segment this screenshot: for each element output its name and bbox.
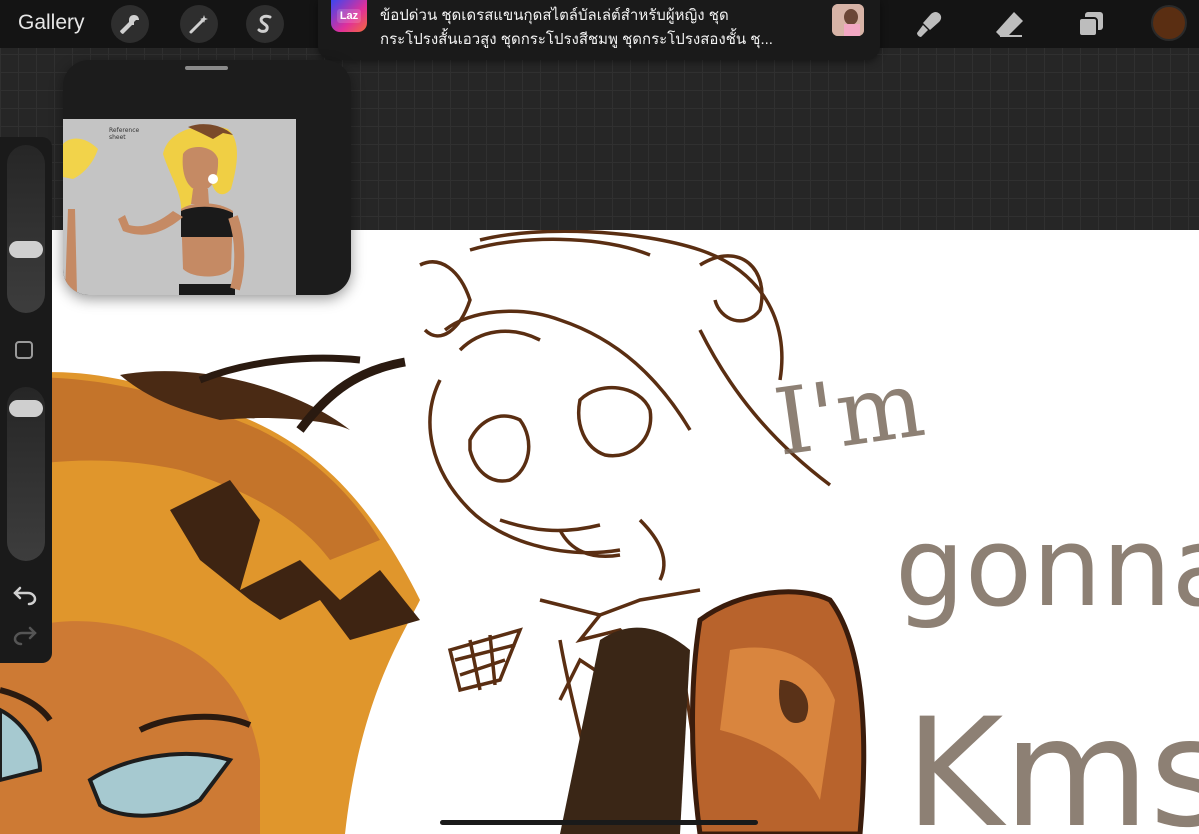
canvas-text-line3: Kms <box>905 687 1199 834</box>
opacity-slider-knob[interactable] <box>9 400 43 418</box>
orange-character-drawing <box>0 354 420 834</box>
notification-line2: กระโปรงสั้นเอวสูง ชุดกระโปรงสีชมพู ชุดกร… <box>380 31 773 48</box>
app-icon-label: Laz <box>336 9 362 23</box>
selection-button[interactable] <box>246 5 284 43</box>
notification-thumbnail <box>832 4 864 36</box>
layers-icon <box>1078 12 1103 37</box>
notification-text: ข้อปด่วน ชุดเดรสแขนกุดสไตล์บัลเล่ต์สำหรั… <box>380 4 815 52</box>
wrench-icon <box>120 15 139 34</box>
canvas-text-line1: I'm <box>768 350 930 477</box>
smudge-icon <box>917 12 942 37</box>
notification-banner[interactable]: Laz ข้อปด่วน ชุดเดรสแขนกุดสไตล์บัลเล่ต์ส… <box>318 0 880 60</box>
notification-line1: ข้อปด่วน ชุดเดรสแขนกุดสไตล์บัลเล่ต์สำหรั… <box>380 7 729 24</box>
magic-wand-icon <box>189 15 208 34</box>
actions-button[interactable] <box>111 5 149 43</box>
lazada-app-icon: Laz <box>331 0 367 32</box>
adjustments-button[interactable] <box>180 5 218 43</box>
eraser-button[interactable] <box>991 6 1029 42</box>
brush-size-slider[interactable] <box>7 145 45 313</box>
canvas-text-line2: gonna <box>895 503 1199 631</box>
color-picker-button[interactable] <box>1151 5 1187 41</box>
eraser-icon <box>996 12 1023 37</box>
shoulder-shape-drawing <box>560 589 867 834</box>
reference-grabber-handle[interactable] <box>185 66 228 70</box>
redo-icon <box>13 626 37 646</box>
home-indicator[interactable] <box>440 820 758 825</box>
gallery-button[interactable]: Gallery <box>18 11 85 35</box>
reference-window[interactable]: Reference sheet <box>63 60 351 295</box>
smudge-button[interactable] <box>911 6 949 42</box>
undo-button[interactable] <box>12 584 38 606</box>
reference-image: Reference sheet <box>63 119 296 295</box>
modify-button[interactable] <box>15 341 33 359</box>
undo-icon <box>13 586 37 606</box>
reference-caption: Reference sheet <box>109 127 139 141</box>
drawing-canvas[interactable]: I'm gonna Kms <box>0 230 1199 834</box>
brush-size-slider-knob[interactable] <box>9 241 43 259</box>
reference-caption-line1: Reference <box>109 127 140 134</box>
left-sidebar <box>0 137 52 663</box>
layers-button[interactable] <box>1072 6 1110 42</box>
redo-button[interactable] <box>12 624 38 646</box>
artwork: I'm gonna Kms <box>0 230 1199 834</box>
selection-icon <box>257 14 272 33</box>
reference-caption-line2: sheet <box>109 134 126 141</box>
